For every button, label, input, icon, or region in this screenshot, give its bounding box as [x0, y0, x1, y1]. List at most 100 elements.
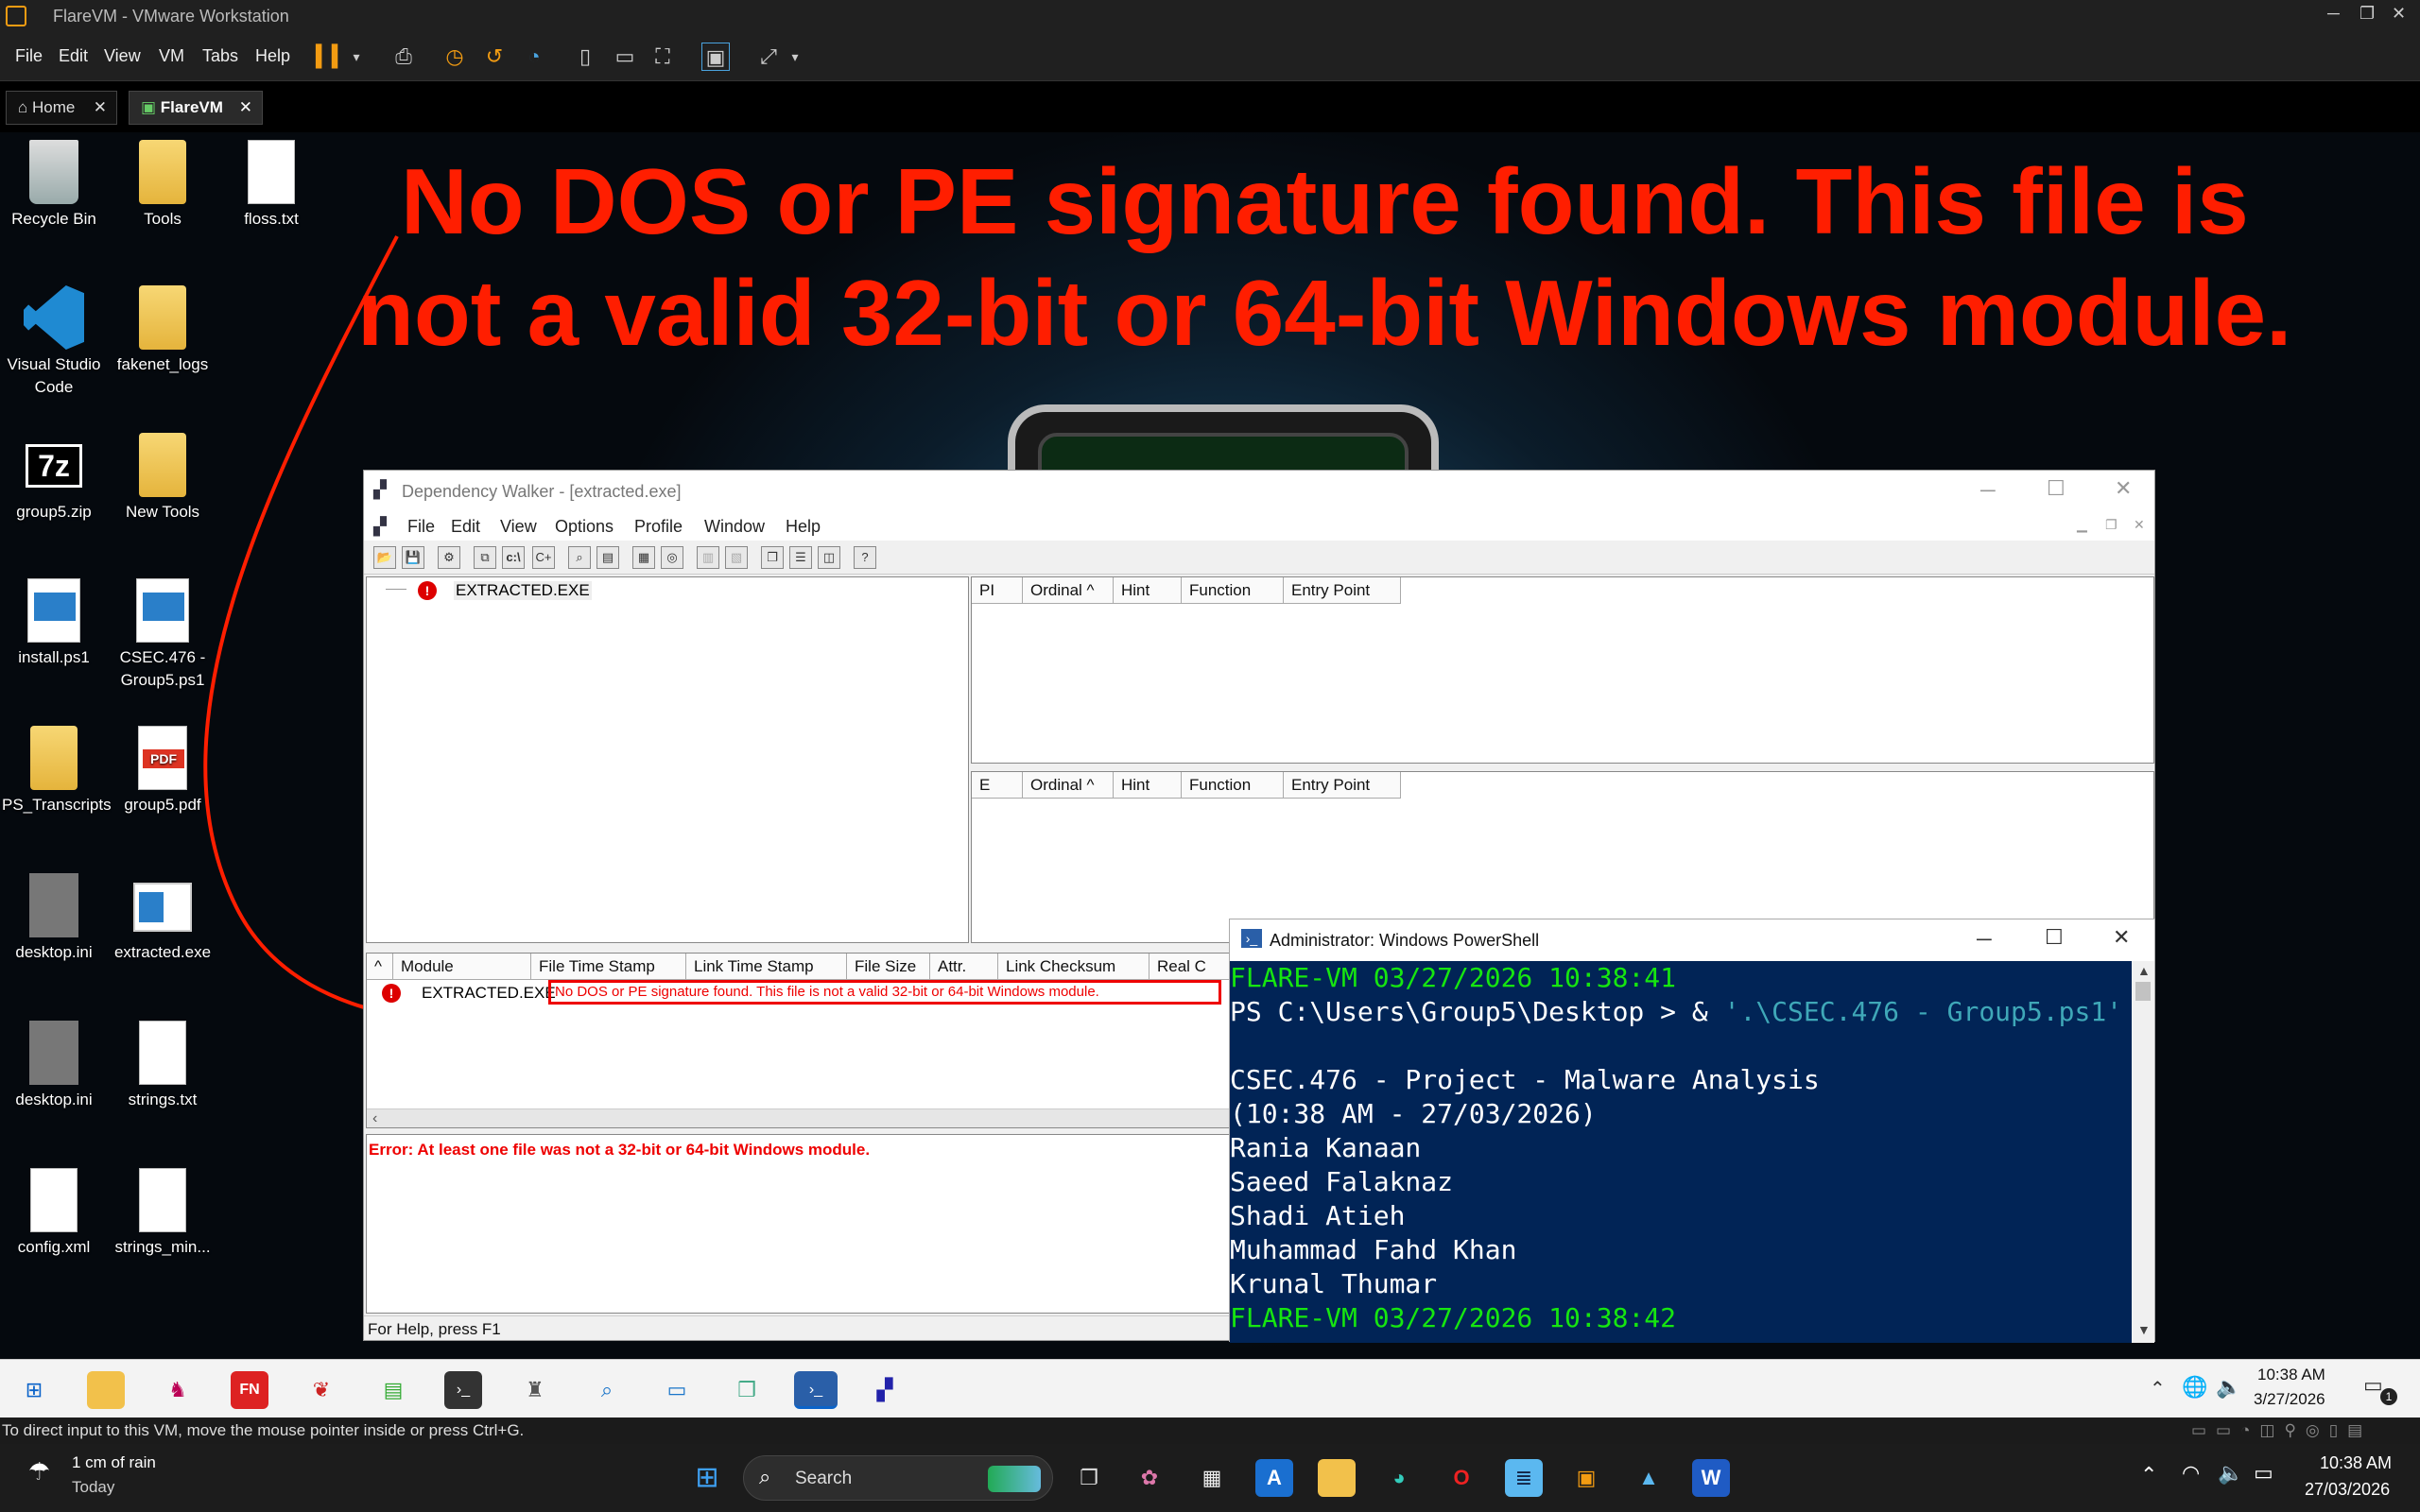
maximize-icon[interactable]: ☐ [2047, 476, 2066, 501]
column-header-file-time-stamp[interactable]: File Time Stamp [531, 954, 686, 980]
tab-home[interactable]: ⌂ Home ✕ [6, 91, 117, 125]
column-header-file-size[interactable]: File Size [847, 954, 930, 980]
profile-icon[interactable]: ⚙ [438, 546, 460, 569]
column-header-function[interactable]: Function [1182, 772, 1284, 799]
host-file-explorer-icon[interactable] [1318, 1459, 1356, 1497]
app-icon-monitor[interactable]: ▭ [658, 1371, 696, 1409]
weather-icon[interactable]: ☂ [28, 1457, 50, 1486]
fullscreen-icon[interactable]: ⛶ [648, 43, 677, 71]
menu-vm[interactable]: VM [159, 46, 184, 66]
app-icon-book[interactable]: ❒ [728, 1371, 766, 1409]
powershell-console[interactable]: FLARE-VM 03/27/2026 10:38:41 PS C:\Users… [1230, 961, 2132, 1343]
undecorate-icon[interactable]: C+ [532, 546, 555, 569]
app-icon-chef[interactable]: ♜ [516, 1371, 554, 1409]
thumbnail-icon[interactable]: ▭ [611, 43, 639, 71]
menu-help[interactable]: Help [786, 517, 821, 537]
app-icon-notes[interactable]: ▤ [374, 1371, 412, 1409]
dropdown-icon[interactable]: ▾ [342, 43, 371, 71]
tile-horizontal-icon[interactable]: ☰ [789, 546, 812, 569]
host-volume-icon[interactable]: 🔈 [2218, 1461, 2243, 1486]
host-search-box[interactable]: ⌕ Search [743, 1455, 1053, 1501]
menu-view[interactable]: View [104, 46, 141, 66]
tab-flarevm[interactable]: ▣ FlareVM ✕ [129, 91, 263, 125]
next-icon[interactable]: ▥ [697, 546, 719, 569]
menu-edit[interactable]: Edit [59, 46, 88, 66]
tab-close-icon[interactable]: ✕ [239, 92, 252, 124]
menu-edit[interactable]: Edit [451, 517, 480, 537]
photos-icon[interactable]: ▲ [1630, 1459, 1668, 1497]
mdi-minimize-icon[interactable]: ▁ [2077, 517, 2087, 533]
file-explorer-icon[interactable] [87, 1371, 125, 1409]
minimize-icon[interactable]: ─ [2327, 4, 2340, 24]
scroll-up-icon[interactable]: ▲ [2137, 963, 2151, 978]
app-icon-a[interactable]: A [1255, 1459, 1293, 1497]
find-icon[interactable]: ⌕ [568, 546, 591, 569]
scroll-left-icon[interactable]: ‹ [372, 1110, 377, 1127]
tray-overflow-icon[interactable]: ⌃ [2150, 1377, 2166, 1400]
close-icon[interactable]: ✕ [2113, 925, 2130, 950]
host-tray-overflow-icon[interactable]: ⌃ [2140, 1463, 2157, 1487]
revert-snapshot-icon[interactable]: ↺ [480, 43, 509, 71]
prev-icon[interactable]: ▧ [725, 546, 748, 569]
properties-icon[interactable]: ▤ [596, 546, 619, 569]
app-icon-magnifier[interactable]: ⌕ [588, 1371, 626, 1409]
save-icon[interactable]: 💾 [402, 546, 424, 569]
snapshot-icon[interactable]: ◷ [441, 43, 469, 71]
desktop-icon-config-xml[interactable]: config.xml [2, 1168, 106, 1259]
column-header-sort[interactable]: ^ [367, 954, 393, 980]
open-icon[interactable]: 📂 [373, 546, 396, 569]
highlight-icon[interactable]: ◎ [661, 546, 683, 569]
minimize-icon[interactable]: ─ [1980, 478, 1996, 503]
column-header-attr[interactable]: Attr. [930, 954, 998, 980]
tile-vertical-icon[interactable]: ◫ [818, 546, 840, 569]
menu-help[interactable]: Help [255, 46, 290, 66]
column-header-function[interactable]: Function [1182, 577, 1284, 604]
mdi-restore-icon[interactable]: ❐ [2105, 517, 2118, 533]
full-paths-icon[interactable]: c:\ [502, 546, 525, 569]
console-view-icon[interactable]: ▣ [701, 43, 730, 71]
scroll-down-icon[interactable]: ▼ [2137, 1322, 2151, 1337]
depwalker-taskbar-icon[interactable]: ▞ [866, 1371, 904, 1409]
vertical-scrollbar[interactable]: ▲ ▼ [2132, 961, 2154, 1343]
menu-file[interactable]: File [407, 517, 435, 537]
device-icons[interactable]: ▭▭◔◫⚲◎▯▤ [2191, 1418, 2372, 1444]
maximize-icon[interactable]: ☐ [2045, 925, 2064, 950]
desktop-icon-strings-min[interactable]: strings_min... [111, 1168, 215, 1259]
tab-close-icon[interactable]: ✕ [94, 92, 107, 124]
copy-icon[interactable]: ⧉ [474, 546, 496, 569]
tree-item-extracted-exe[interactable]: EXTRACTED.EXE [454, 581, 592, 600]
column-header-e[interactable]: E [972, 772, 1023, 799]
system-info-icon[interactable]: ▦ [632, 546, 655, 569]
store-icon[interactable]: ▦ [1193, 1459, 1231, 1497]
library-icon[interactable]: ▯ [571, 43, 599, 71]
edge-icon[interactable]: ◕ [1380, 1459, 1418, 1497]
scroll-thumb[interactable] [2135, 982, 2151, 1001]
host-clock-date[interactable]: 27/03/2026 [2305, 1480, 2390, 1500]
menu-profile[interactable]: Profile [634, 517, 683, 537]
menu-options[interactable]: Options [555, 517, 614, 537]
menu-view[interactable]: View [500, 517, 537, 537]
column-header-hint[interactable]: Hint [1114, 772, 1182, 799]
mdi-close-icon[interactable]: ✕ [2134, 517, 2145, 533]
column-header-entry-point[interactable]: Entry Point [1284, 772, 1401, 799]
column-header-hint[interactable]: Hint [1114, 577, 1182, 604]
column-header-ordinal[interactable]: Ordinal ^ [1023, 577, 1114, 604]
battery-icon[interactable]: ▭ [2254, 1461, 2273, 1486]
send-keys-icon[interactable]: ⎙ [389, 43, 418, 71]
copilot-icon[interactable]: ✿ [1131, 1459, 1168, 1497]
cascade-icon[interactable]: ❐ [761, 546, 784, 569]
vmware-taskbar-icon[interactable]: ▣ [1567, 1459, 1605, 1497]
terminal-icon[interactable]: ›_ [444, 1371, 482, 1409]
start-icon[interactable]: ⊞ [15, 1371, 53, 1409]
host-clock-time[interactable]: 10:38 AM [2320, 1453, 2392, 1473]
notepad-icon[interactable]: ≣ [1505, 1459, 1543, 1497]
help-icon[interactable]: ? [854, 546, 876, 569]
menu-window[interactable]: Window [704, 517, 765, 537]
guest-clock-date[interactable]: 3/27/2026 [2254, 1390, 2325, 1409]
column-header-module[interactable]: Module [393, 954, 531, 980]
app-icon-pepper[interactable]: ❦ [302, 1371, 340, 1409]
column-header-link-time-stamp[interactable]: Link Time Stamp [686, 954, 847, 980]
snapshot-manager-icon[interactable]: ◔ [520, 43, 548, 71]
stretch-icon[interactable]: ⤢ [754, 43, 783, 71]
guest-clock-time[interactable]: 10:38 AM [2257, 1366, 2325, 1384]
